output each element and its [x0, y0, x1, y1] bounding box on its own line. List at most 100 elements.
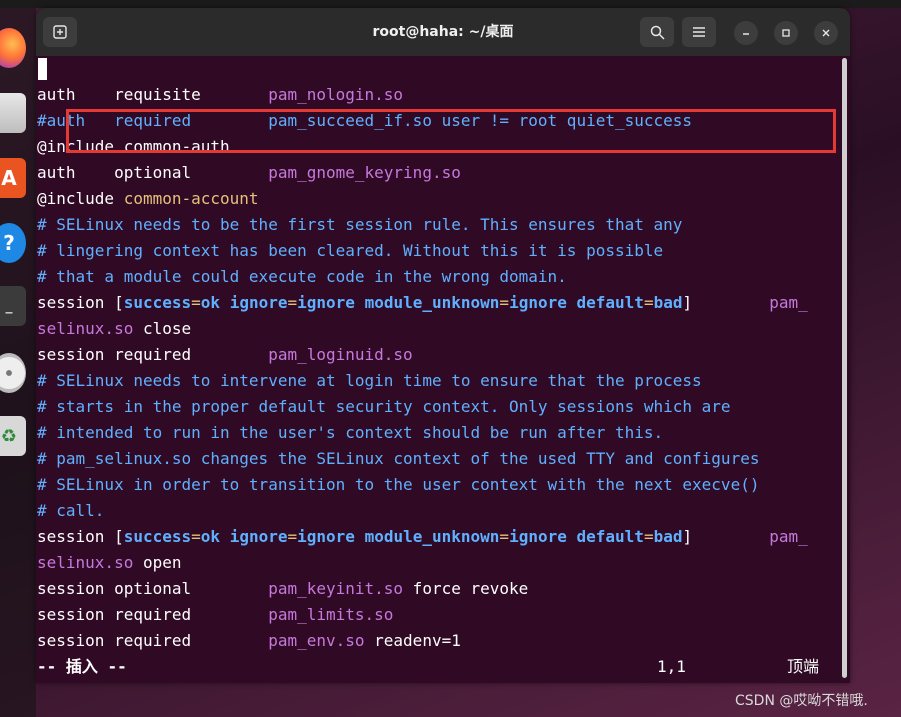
minimize-button[interactable] — [734, 21, 758, 45]
terminal-text-segment: # SELinux needs to intervene at login ti… — [37, 371, 702, 390]
close-button[interactable] — [814, 21, 838, 45]
terminal-text-segment: auth requisite — [37, 85, 269, 104]
search-button[interactable] — [640, 17, 674, 47]
help-glyph: ? — [3, 231, 15, 255]
terminal-text-segment: pam_env.so — [268, 631, 365, 650]
terminal-text-segment: ignore — [509, 293, 567, 312]
new-tab-button[interactable] — [43, 17, 77, 47]
terminal-line: # call. — [37, 498, 104, 524]
hamburger-menu-icon — [693, 27, 705, 37]
terminal-text-segment: success — [123, 293, 192, 312]
terminal-text-segment: default — [576, 293, 644, 312]
terminal-text-segment: close — [133, 319, 192, 338]
terminal-line: session [success=ok ignore=ignore module… — [37, 524, 808, 550]
terminal-text-segment: session required — [37, 605, 269, 624]
terminal-text-segment: bad — [653, 527, 683, 546]
terminal-text-segment: ok — [200, 293, 221, 312]
terminal-line: session required pam_loginuid.so — [37, 342, 413, 368]
terminal-text-segment: readenv=1 — [364, 631, 461, 650]
terminal-line: selinux.so open — [37, 550, 182, 576]
terminal-text-segment: ] — [682, 527, 770, 546]
terminal-text-segment: pam_nologin.so — [268, 85, 404, 104]
terminal-text-segment: # pam_selinux.so changes the SELinux con… — [37, 449, 760, 468]
terminal-text-segment: # SELinux needs to be the first session … — [37, 215, 683, 234]
terminal-line: session required pam_limits.so — [37, 602, 393, 628]
terminal-text-segment: @include — [37, 137, 124, 156]
disc-icon[interactable] — [0, 353, 26, 393]
terminal-text-segment: = — [191, 527, 201, 546]
store-glyph: A — [1, 166, 17, 190]
terminal-text-segment: pam_ — [769, 527, 808, 546]
search-icon — [650, 25, 665, 40]
terminal-text-segment: #auth required pam_succeed_if.so user !=… — [37, 111, 693, 130]
terminal-line: # intended to run in the user's context … — [37, 420, 663, 446]
terminal-text-segment: open — [133, 553, 182, 572]
firefox-icon[interactable] — [0, 28, 26, 68]
terminal-text-segment: module_unknown — [364, 293, 500, 312]
terminal-line: auth requisite pam_nologin.so — [37, 82, 403, 108]
terminal-text-segment: = — [499, 527, 510, 546]
terminal-text-segment: session required — [37, 631, 269, 650]
files-icon[interactable] — [0, 93, 26, 133]
software-store-icon[interactable]: A — [0, 158, 26, 198]
terminal-text-segment: selinux.so — [37, 319, 134, 338]
terminal-icon[interactable]: _ — [0, 286, 26, 326]
terminal-text-segment: ignore — [297, 527, 355, 546]
terminal-text-segment: ignore — [229, 293, 288, 312]
dock: A ? _ ♻ — [0, 8, 36, 717]
terminal-text-segment: # call. — [37, 501, 105, 520]
terminal-text-segment: # starts in the proper default security … — [37, 397, 731, 416]
terminal-line: # SELinux in order to transition to the … — [37, 472, 759, 498]
scrollbar[interactable] — [838, 58, 848, 678]
terminal-text-segment: session [ — [37, 527, 124, 546]
terminal-text-segment: pam_loginuid.so — [268, 345, 413, 364]
terminal-text-segment: pam_limits.so — [268, 605, 394, 624]
terminal-text-segment: = — [643, 293, 654, 312]
cursor-position: 1,1 — [657, 657, 686, 676]
top-panel — [0, 0, 901, 8]
terminal-text-segment: ] — [682, 293, 770, 312]
terminal-text-segment: = — [287, 293, 298, 312]
maximize-button[interactable] — [774, 21, 798, 45]
trash-icon[interactable]: ♻ — [0, 416, 26, 456]
terminal-content[interactable]: auth requisite pam_nologin.so #auth requi… — [36, 56, 836, 683]
terminal-text-segment: ignore — [297, 293, 355, 312]
terminal-line: @include common-auth — [37, 134, 230, 160]
terminal-text-segment: pam_ — [769, 293, 808, 312]
trash-glyph: ♻ — [0, 425, 18, 447]
help-icon[interactable]: ? — [0, 223, 26, 263]
terminal-text-segment: force revoke — [403, 579, 529, 598]
terminal-line: # SELinux needs to be the first session … — [37, 212, 682, 238]
terminal-text-segment: # lingering context has been cleared. Wi… — [37, 241, 664, 260]
terminal-line: # SELinux needs to intervene at login ti… — [37, 368, 702, 394]
scrollbar-thumb[interactable] — [842, 58, 847, 678]
maximize-icon — [782, 29, 790, 37]
terminal-line: #auth required pam_succeed_if.so user !=… — [37, 108, 692, 134]
terminal-text-segment: = — [499, 293, 510, 312]
terminal-text-segment: # SELinux in order to transition to the … — [37, 475, 760, 494]
terminal-line: # that a module could execute code in th… — [37, 264, 567, 290]
terminal-text-segment: session optional — [37, 579, 269, 598]
terminal-line: session required pam_env.so readenv=1 — [37, 628, 461, 654]
terminal-text-segment: = — [191, 293, 201, 312]
terminal-text-segment: session required — [37, 345, 269, 364]
terminal-text-segment: ok — [200, 527, 221, 546]
watermark: CSDN @哎呦不错哦. — [735, 693, 868, 709]
menu-button[interactable] — [682, 17, 716, 47]
terminal-text-segment: pam_keyinit.so — [268, 579, 404, 598]
terminal-text-segment: # intended to run in the user's context … — [37, 423, 664, 442]
terminal-text-segment: pam_gnome_keyring.so — [268, 163, 461, 182]
terminal-line: session [success=ok ignore=ignore module… — [37, 290, 808, 316]
window-title: root@haha: ~/桌面 — [372, 24, 514, 40]
terminal-text-segment: common-account — [123, 189, 259, 208]
terminal-text-segment: selinux.so — [37, 553, 134, 572]
terminal-text-segment: common-auth — [123, 137, 230, 156]
terminal-text-segment: = — [287, 527, 298, 546]
terminal-text-segment: session [ — [37, 293, 124, 312]
terminal-text-segment: module_unknown — [364, 527, 500, 546]
terminal-text-segment: success — [123, 527, 192, 546]
terminal-text-segment: @include — [37, 189, 124, 208]
